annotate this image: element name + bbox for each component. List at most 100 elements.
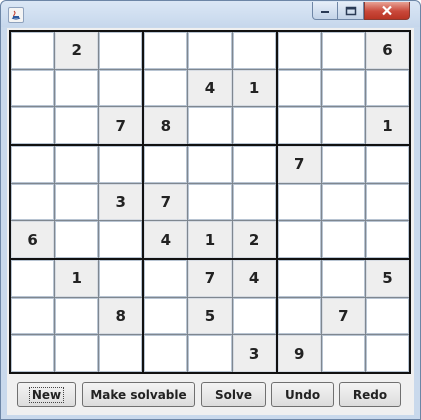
sudoku-cell[interactable] xyxy=(365,183,409,221)
sudoku-box: 7412 xyxy=(144,146,276,258)
undo-button[interactable]: Undo xyxy=(271,382,334,407)
sudoku-cell[interactable] xyxy=(321,183,365,221)
sudoku-cell[interactable] xyxy=(232,146,276,183)
sudoku-cell[interactable] xyxy=(188,146,232,183)
sudoku-cell[interactable] xyxy=(321,107,365,144)
redo-button[interactable]: Redo xyxy=(339,382,401,407)
sudoku-cell[interactable]: 7 xyxy=(99,107,143,144)
sudoku-cell[interactable] xyxy=(365,221,409,258)
sudoku-box: 7 xyxy=(277,146,409,258)
sudoku-cell[interactable] xyxy=(277,260,321,297)
sudoku-cell[interactable]: 6 xyxy=(11,221,55,258)
sudoku-cell[interactable]: 4 xyxy=(144,221,188,258)
sudoku-cell[interactable] xyxy=(277,221,321,258)
sudoku-cell[interactable]: 2 xyxy=(232,221,276,258)
sudoku-cell[interactable] xyxy=(277,32,321,69)
sudoku-cell[interactable] xyxy=(321,32,365,69)
sudoku-cell[interactable] xyxy=(277,183,321,221)
title-bar[interactable] xyxy=(1,1,420,27)
sudoku-cell[interactable]: 4 xyxy=(232,260,276,297)
sudoku-cell[interactable] xyxy=(11,107,55,144)
sudoku-cell[interactable] xyxy=(144,335,188,372)
sudoku-cell[interactable] xyxy=(277,69,321,107)
sudoku-cell[interactable] xyxy=(188,335,232,372)
sudoku-cell[interactable]: 7 xyxy=(277,146,321,183)
sudoku-cell[interactable]: 7 xyxy=(321,297,365,335)
sudoku-cell[interactable] xyxy=(321,335,365,372)
sudoku-cell[interactable] xyxy=(99,146,143,183)
sudoku-cell[interactable] xyxy=(321,221,365,258)
sudoku-cell[interactable] xyxy=(321,260,365,297)
sudoku-cell[interactable] xyxy=(144,297,188,335)
sudoku-cell[interactable] xyxy=(11,32,55,69)
sudoku-cell[interactable] xyxy=(321,69,365,107)
sudoku-cell[interactable] xyxy=(365,146,409,183)
sudoku-cell[interactable] xyxy=(55,335,99,372)
sudoku-cell[interactable]: 7 xyxy=(188,260,232,297)
make-solvable-button[interactable]: Make solvable xyxy=(82,382,195,407)
sudoku-box: 7453 xyxy=(144,260,276,372)
sudoku-cell[interactable] xyxy=(99,221,143,258)
sudoku-cell[interactable] xyxy=(55,221,99,258)
sudoku-cell[interactable] xyxy=(188,32,232,69)
sudoku-cell[interactable] xyxy=(144,32,188,69)
maximize-button[interactable] xyxy=(338,2,364,20)
sudoku-cell[interactable] xyxy=(55,146,99,183)
sudoku-cell[interactable] xyxy=(55,107,99,144)
sudoku-box: 27 xyxy=(11,32,143,144)
sudoku-cell[interactable] xyxy=(99,260,143,297)
sudoku-cell[interactable] xyxy=(11,297,55,335)
sudoku-cell[interactable]: 9 xyxy=(277,335,321,372)
solve-button[interactable]: Solve xyxy=(201,382,266,407)
sudoku-cell[interactable] xyxy=(365,335,409,372)
sudoku-cell[interactable] xyxy=(144,69,188,107)
sudoku-cell[interactable]: 2 xyxy=(55,32,99,69)
sudoku-cell[interactable]: 1 xyxy=(55,260,99,297)
minimize-icon xyxy=(321,10,329,13)
sudoku-cell[interactable]: 1 xyxy=(365,107,409,144)
maximize-icon xyxy=(345,6,356,15)
sudoku-cell[interactable] xyxy=(11,335,55,372)
sudoku-cell[interactable] xyxy=(232,297,276,335)
sudoku-cell[interactable]: 8 xyxy=(99,297,143,335)
sudoku-cell[interactable] xyxy=(321,146,365,183)
sudoku-cell[interactable] xyxy=(277,107,321,144)
sudoku-cell[interactable] xyxy=(365,297,409,335)
sudoku-cell[interactable]: 1 xyxy=(188,221,232,258)
sudoku-cell[interactable] xyxy=(11,69,55,107)
sudoku-cell[interactable] xyxy=(11,146,55,183)
sudoku-cell[interactable]: 6 xyxy=(365,32,409,69)
sudoku-cell[interactable]: 5 xyxy=(365,260,409,297)
sudoku-cell[interactable]: 3 xyxy=(232,335,276,372)
sudoku-cell[interactable] xyxy=(188,183,232,221)
sudoku-cell[interactable] xyxy=(55,297,99,335)
sudoku-cell[interactable] xyxy=(188,107,232,144)
java-app-icon[interactable] xyxy=(8,7,24,23)
make-solvable-button-label: Make solvable xyxy=(90,387,187,402)
sudoku-cell[interactable] xyxy=(55,69,99,107)
close-button[interactable] xyxy=(364,2,410,20)
sudoku-box: 18 xyxy=(11,260,143,372)
sudoku-cell[interactable] xyxy=(144,146,188,183)
sudoku-cell[interactable] xyxy=(232,107,276,144)
sudoku-cell[interactable]: 3 xyxy=(99,183,143,221)
sudoku-cell[interactable] xyxy=(144,260,188,297)
sudoku-cell[interactable] xyxy=(55,183,99,221)
sudoku-cell[interactable] xyxy=(99,335,143,372)
minimize-button[interactable] xyxy=(312,2,338,20)
sudoku-cell[interactable] xyxy=(99,69,143,107)
sudoku-cell[interactable] xyxy=(11,183,55,221)
sudoku-cell[interactable]: 1 xyxy=(232,69,276,107)
sudoku-cell[interactable] xyxy=(277,297,321,335)
sudoku-box: 61 xyxy=(277,32,409,144)
sudoku-cell[interactable] xyxy=(232,183,276,221)
sudoku-cell[interactable]: 4 xyxy=(188,69,232,107)
sudoku-cell[interactable] xyxy=(232,32,276,69)
sudoku-cell[interactable] xyxy=(365,69,409,107)
sudoku-cell[interactable] xyxy=(99,32,143,69)
new-button[interactable]: New xyxy=(17,382,76,407)
sudoku-cell[interactable] xyxy=(11,260,55,297)
sudoku-cell[interactable]: 8 xyxy=(144,107,188,144)
sudoku-cell[interactable]: 7 xyxy=(144,183,188,221)
sudoku-cell[interactable]: 5 xyxy=(188,297,232,335)
